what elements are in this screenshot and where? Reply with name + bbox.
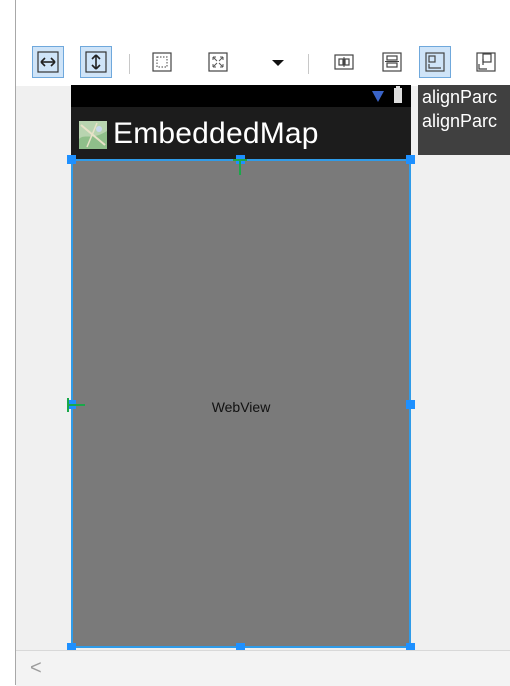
status-bar <box>71 85 411 107</box>
app-title: EmbeddedMap <box>113 117 319 150</box>
layout-toolbar <box>16 18 510 86</box>
dotted-square-icon <box>152 52 172 72</box>
webview-component[interactable]: WebView <box>71 159 411 648</box>
resize-handle-top-right[interactable] <box>406 155 415 164</box>
action-bar: EmbeddedMap <box>71 107 411 159</box>
align-parent-icon <box>425 52 445 72</box>
map-app-icon <box>79 121 107 149</box>
fill-width-button[interactable] <box>32 46 64 78</box>
battery-icon <box>394 86 402 103</box>
center-vertical-icon <box>382 52 402 72</box>
wifi-icon <box>372 91 384 102</box>
left-anchor-icon[interactable] <box>64 395 86 415</box>
toolbar-separator <box>129 54 130 74</box>
fill-height-button[interactable] <box>80 46 112 78</box>
scroll-left-arrow[interactable]: < <box>30 657 42 680</box>
webview-label: WebView <box>211 399 271 415</box>
horizontal-arrows-icon <box>37 51 59 73</box>
align-parent-button[interactable] <box>419 46 451 78</box>
resize-handle-top-left[interactable] <box>67 155 76 164</box>
toolbar-separator <box>308 54 309 74</box>
vertical-arrows-icon <box>85 51 107 73</box>
margins-button[interactable] <box>146 46 178 78</box>
constraint-hint-panel: alignParc alignParc <box>418 85 510 155</box>
hint-line: alignParc <box>422 111 498 131</box>
resize-handle-right[interactable] <box>406 400 415 409</box>
align-other-button[interactable] <box>470 46 502 78</box>
zoom-fit-button[interactable] <box>202 46 234 78</box>
center-horizontal-icon <box>334 54 354 70</box>
hint-line: alignParc <box>422 87 498 107</box>
expand-square-icon <box>208 52 228 72</box>
caret-down-icon <box>272 60 284 66</box>
top-anchor-icon[interactable] <box>230 156 250 176</box>
center-horizontal-button[interactable] <box>328 46 360 78</box>
align-other-icon <box>476 52 496 72</box>
more-dropdown[interactable] <box>262 46 294 78</box>
center-vertical-button[interactable] <box>376 46 408 78</box>
horizontal-scrollbar[interactable]: < <box>16 650 510 686</box>
